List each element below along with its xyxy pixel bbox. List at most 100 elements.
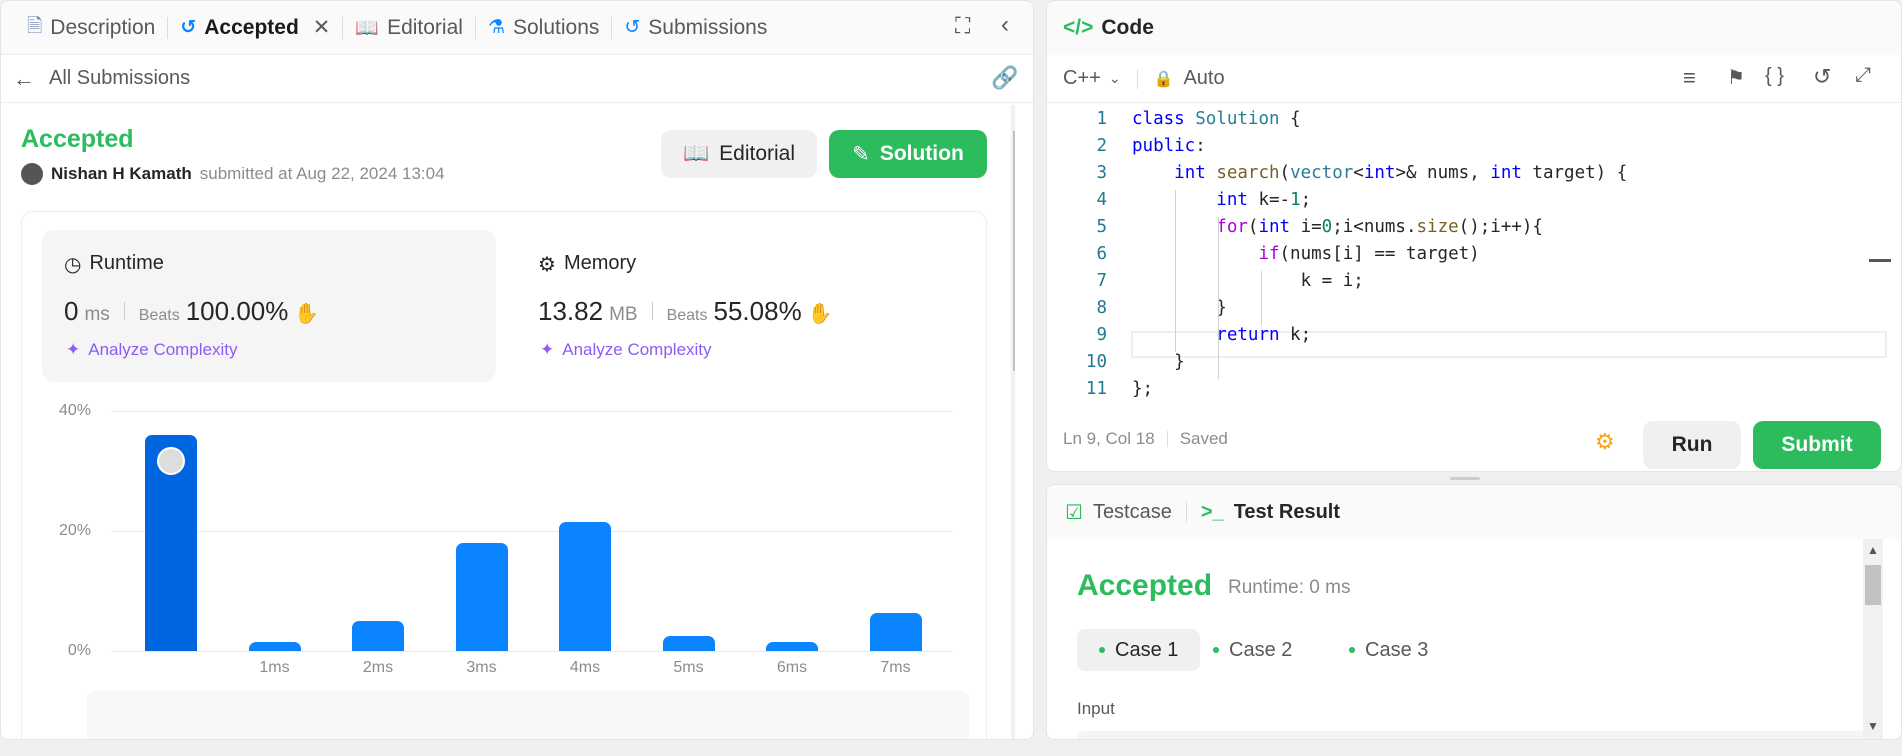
memory-card[interactable]: ⚙ Memory 13.82 MB Beats 55.08% ✋ ✦ Analy… [516, 230, 970, 382]
auto-label[interactable]: Auto [1183, 67, 1224, 90]
beats-label: Beats [138, 307, 180, 324]
scroll-thumb[interactable] [1013, 131, 1015, 371]
document-icon: 🗎 [27, 15, 43, 37]
line-number: 6 [1096, 244, 1107, 264]
line-number: 7 [1096, 271, 1107, 291]
code-line[interactable]: for(int i=0;i<nums.size();i++){ [1132, 217, 1543, 244]
chart-bar[interactable] [869, 613, 922, 651]
chart-bar[interactable] [248, 642, 301, 651]
reset-icon[interactable]: ↺ [1813, 64, 1831, 90]
code-line[interactable]: class Solution { [1132, 109, 1301, 136]
chart-bar[interactable] [145, 435, 197, 651]
tab-testcase[interactable]: Testcase [1093, 501, 1172, 524]
debug-icon[interactable]: ⚙ [1595, 429, 1615, 455]
tab-editorial[interactable]: 📖 Editorial [343, 1, 475, 55]
result-tabbar: ☑ Testcase >_ Test Result [1047, 485, 1901, 539]
case-tab-1[interactable]: Case 1 [1077, 629, 1201, 671]
tab-solutions[interactable]: ⚗ Solutions [476, 1, 611, 55]
line-number: 3 [1096, 163, 1107, 183]
braces-icon[interactable]: { } [1765, 65, 1784, 88]
submission-content: Accepted Nishan H Kamath submitted at Au… [1, 103, 1015, 739]
close-icon[interactable]: ✕ [313, 15, 331, 40]
collapse-icon[interactable]: ‹ [1001, 11, 1009, 39]
line-number: 10 [1085, 352, 1107, 372]
chart-overview-strip[interactable] [87, 691, 969, 739]
chart-gridline [111, 411, 953, 412]
tab-description[interactable]: 🗎 Description [15, 1, 167, 55]
indent-guide [1261, 271, 1262, 325]
case-tab-3[interactable]: Case 3 [1327, 629, 1450, 671]
expand-icon[interactable]: ⤢ [1855, 64, 1871, 87]
tab-submissions[interactable]: ↺ Submissions [612, 1, 779, 55]
scroll-thumb[interactable] [1865, 565, 1881, 605]
sparkle-icon: ✦ [66, 340, 81, 359]
runtime-unit: ms [84, 304, 110, 325]
code-line[interactable]: if(nums[i] == target) [1132, 244, 1479, 271]
analyze-complexity-link[interactable]: ✦ Analyze Complexity [540, 340, 712, 360]
chart-bar[interactable] [662, 636, 715, 651]
code-line[interactable]: int k=-1; [1132, 190, 1311, 217]
bookmark-icon[interactable]: ⚑ [1727, 65, 1745, 90]
chart-bar[interactable] [766, 642, 818, 651]
runtime-card[interactable]: ◷ Runtime 0 ms Beats 100.00% ✋ ✦ Analyze… [42, 230, 496, 382]
scroll-up-icon[interactable]: ▲ [1867, 543, 1879, 557]
result-status: Accepted [1077, 569, 1213, 602]
submit-button[interactable]: Submit [1753, 421, 1881, 469]
beats-label: Beats [666, 307, 708, 324]
submission-panel: 🗎 Description ↺ Accepted ✕ 📖 Editorial ⚗… [0, 0, 1034, 740]
submission-subbar: ← All Submissions 🔗 [1, 55, 1033, 103]
case-tab-2[interactable]: Case 2 [1191, 629, 1314, 671]
input-box [1077, 731, 1877, 739]
tab-label: Accepted [204, 15, 299, 39]
tab-test-result[interactable]: Test Result [1234, 501, 1340, 524]
case-label: Case 3 [1365, 638, 1429, 661]
left-scrollbar[interactable]: ▲ ▼ [1011, 105, 1015, 739]
line-number: 1 [1096, 109, 1107, 129]
user-name[interactable]: Nishan H Kamath [51, 164, 192, 184]
chart-bar[interactable] [455, 543, 508, 651]
code-title: Code [1101, 16, 1154, 39]
analyze-label: Analyze Complexity [88, 340, 238, 359]
chart-bar[interactable] [352, 621, 404, 651]
format-icon[interactable]: ≡ [1683, 65, 1696, 91]
solution-button[interactable]: ✎ Solution [829, 130, 987, 178]
link-icon[interactable]: 🔗 [991, 65, 1018, 91]
avatar[interactable] [21, 163, 43, 185]
analyze-label: Analyze Complexity [562, 340, 712, 359]
editorial-button[interactable]: 📖 Editorial [661, 130, 817, 178]
chart-bar[interactable] [559, 522, 611, 651]
analyze-complexity-link[interactable]: ✦ Analyze Complexity [66, 340, 238, 360]
language-label: C++ [1063, 67, 1101, 89]
all-submissions-link[interactable]: All Submissions [49, 67, 190, 90]
back-arrow-icon[interactable]: ← [13, 66, 35, 92]
code-line[interactable]: return k; [1132, 325, 1311, 352]
code-line[interactable]: public: [1132, 136, 1206, 163]
clap-icon: ✋ [807, 303, 833, 325]
code-line[interactable]: } [1132, 298, 1227, 325]
clap-icon: ✋ [294, 303, 320, 325]
runtime-beats: 100.00% [185, 296, 289, 326]
run-button[interactable]: Run [1643, 421, 1741, 469]
run-button-label: Run [1671, 433, 1713, 456]
code-line[interactable]: } [1132, 352, 1185, 379]
submit-button-label: Submit [1781, 433, 1853, 456]
editorial-button-label: Editorial [719, 142, 796, 165]
result-scrollbar[interactable]: ▲ ▼ [1863, 539, 1883, 739]
x-tick-label: 1ms [259, 659, 290, 676]
code-line[interactable]: int search(vector<int>& nums, int target… [1132, 163, 1627, 190]
memory-title: Memory [563, 252, 637, 274]
memory-title-row: ⚙ Memory [538, 252, 636, 277]
language-select[interactable]: C++ ⌄ [1063, 67, 1121, 90]
maximize-icon[interactable]: ⛶ [955, 13, 970, 39]
memory-unit: MB [609, 304, 638, 325]
sparkle-icon: ✦ [540, 340, 555, 359]
lock-icon: 🔒 [1153, 70, 1174, 88]
code-line[interactable]: k = i; [1132, 271, 1364, 298]
memory-value-row: 13.82 MB Beats 55.08% ✋ [538, 296, 833, 327]
panel-resize-handle[interactable] [1450, 477, 1480, 480]
tab-accepted[interactable]: ↺ Accepted ✕ [168, 1, 342, 55]
code-line[interactable]: }; [1132, 379, 1153, 403]
scroll-down-icon[interactable]: ▼ [1867, 719, 1879, 733]
code-editor[interactable]: 1 class Solution {2 public: 3 int search(ve… [1047, 103, 1887, 403]
book-icon: 📖 [682, 142, 710, 165]
